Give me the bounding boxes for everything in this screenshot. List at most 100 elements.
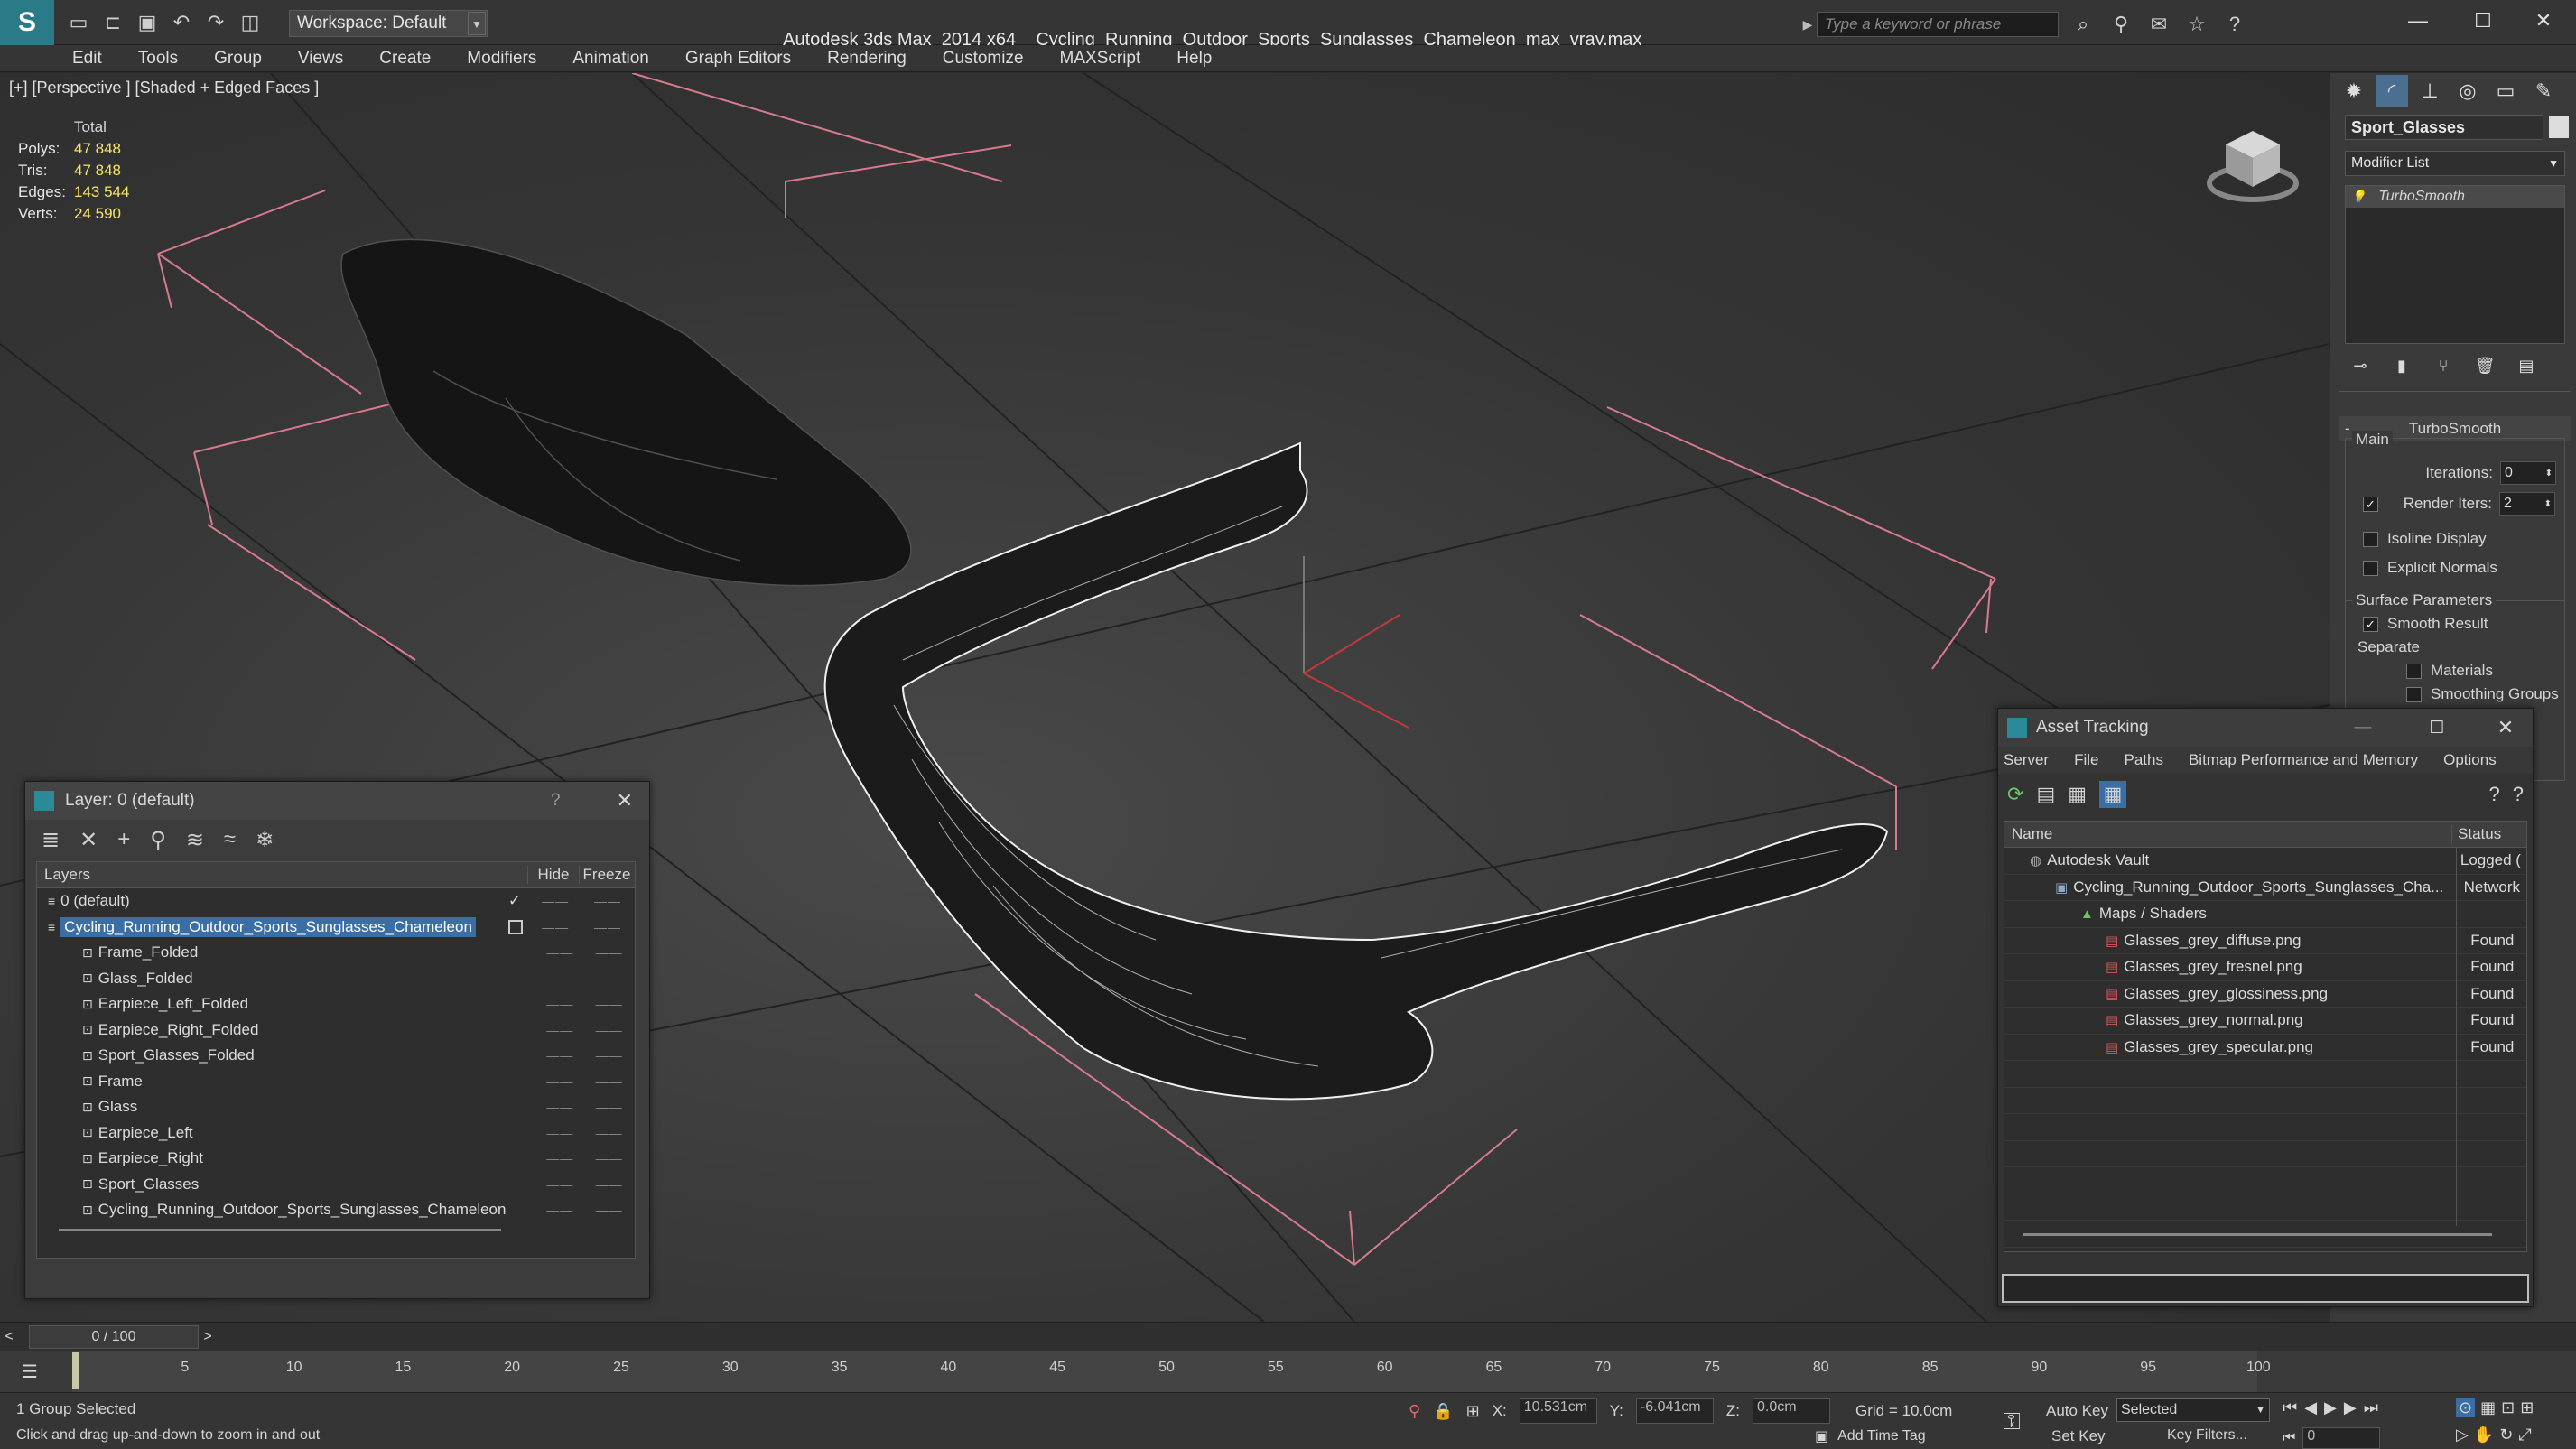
auto-key-button[interactable]: Auto Key — [2046, 1402, 2108, 1420]
lightbulb-icon[interactable]: 💡 — [2351, 190, 2366, 204]
layer-row[interactable]: ⊡ Earpiece_Right_Folded —— —— — [37, 1017, 635, 1044]
render-iters-spinner[interactable]: 2 ⬍ — [2499, 492, 2555, 516]
maximize-icon[interactable]: ☐ — [2404, 718, 2469, 738]
hide-toggle[interactable]: —— — [536, 1126, 584, 1140]
thumbnail-view-icon[interactable]: ▦ — [2068, 783, 2087, 806]
field-of-view-icon[interactable]: ▷ — [2456, 1426, 2469, 1444]
menu-modifiers[interactable]: Modifiers — [449, 45, 554, 72]
workspace-dropdown[interactable]: Workspace: Default ▼ — [289, 10, 488, 37]
favorites-icon[interactable]: ☆ — [2181, 9, 2212, 40]
iterations-spinner[interactable]: 0 ⬍ — [2500, 461, 2556, 485]
z-coordinate-field[interactable]: 0.0cm — [1753, 1398, 1830, 1424]
close-icon[interactable]: ✕ — [617, 789, 633, 813]
column-name[interactable]: Name — [2004, 825, 2453, 843]
hide-toggle[interactable]: —— — [530, 894, 581, 908]
current-frame-field[interactable]: 0 — [2302, 1427, 2381, 1449]
app-logo-icon[interactable]: S — [0, 0, 54, 45]
hide-toggle[interactable]: —— — [536, 1177, 584, 1192]
menu-maxscript[interactable]: MAXScript — [1042, 45, 1159, 72]
prev-frame-icon[interactable]: < — [0, 1329, 18, 1345]
asset-menu-paths[interactable]: Paths — [2124, 751, 2162, 769]
maximize-viewport-icon[interactable]: ⤢ — [2518, 1426, 2531, 1444]
time-tag-icon[interactable]: ▣ — [1815, 1427, 1828, 1445]
menu-views[interactable]: Views — [280, 45, 361, 72]
column-status[interactable]: Status — [2452, 825, 2526, 843]
layer-row[interactable]: ⊡ Frame —— —— — [37, 1069, 635, 1095]
delete-layer-icon[interactable]: ✕ — [79, 827, 98, 853]
highlight-layer-icon[interactable]: ≋ — [186, 827, 204, 853]
freeze-toggle[interactable]: —— — [584, 1074, 635, 1089]
vault-help-icon[interactable]: ? — [2489, 783, 2500, 806]
column-layers[interactable]: Layers — [37, 866, 528, 884]
smoothing-groups-checkbox[interactable] — [2406, 686, 2422, 702]
help-button[interactable]: ? — [551, 791, 561, 811]
track-bar[interactable]: ☰ 5 10 15 20 25 30 35 40 45 50 55 60 65 70 75 80 85 90 95 1… — [0, 1351, 2576, 1392]
asset-menu-server[interactable]: Server — [2004, 751, 2049, 769]
asset-menu-file[interactable]: File — [2074, 751, 2098, 769]
pin-stack-icon[interactable]: ⊸ — [2347, 353, 2374, 378]
freeze-toggle[interactable]: —— — [584, 997, 635, 1011]
key-selection-dropdown[interactable]: Selected ▼ — [2116, 1398, 2270, 1422]
freeze-toggle[interactable]: —— — [584, 1177, 635, 1192]
freeze-toggle[interactable]: —— — [584, 1126, 635, 1140]
open-icon[interactable]: ⊏ — [98, 7, 128, 38]
previous-frame-icon[interactable]: ◀ — [2304, 1398, 2317, 1417]
goto-end-icon[interactable]: ⏭ — [2364, 1398, 2378, 1417]
asset-row[interactable]: ◍ Autodesk Vault Logged ( — [2004, 848, 2526, 875]
hide-toggle[interactable]: —— — [536, 1100, 584, 1114]
isolate-selection-icon[interactable]: ⚲ — [1409, 1402, 1420, 1421]
workspace-expand-icon[interactable]: ▼ — [468, 12, 486, 35]
menu-group[interactable]: Group — [196, 45, 280, 72]
close-icon[interactable]: ✕ — [2511, 0, 2576, 42]
set-key-button[interactable]: Set Key — [2051, 1427, 2106, 1445]
create-tab-icon[interactable]: ✹ — [2338, 75, 2370, 107]
hide-toggle[interactable]: —— — [536, 1023, 584, 1037]
asset-menu-options[interactable]: Options — [2443, 751, 2497, 769]
layer-row[interactable]: ⊡ Glass —— —— — [37, 1094, 635, 1120]
freeze-toggle[interactable]: —— — [581, 920, 635, 934]
refresh-icon[interactable]: ⟳ — [2007, 783, 2023, 806]
search-expand-icon[interactable]: ▶ — [1800, 12, 1815, 37]
asset-dialog-titlebar[interactable]: Asset Tracking — ☐ ✕ — [1998, 709, 2533, 747]
freeze-toggle[interactable]: —— — [584, 1048, 635, 1063]
viewport-label[interactable]: [+] [Perspective ] [Shaded + Edged Faces… — [9, 79, 319, 98]
time-marker[interactable] — [72, 1352, 79, 1389]
layer-row[interactable]: ⊡ Earpiece_Left —— —— — [37, 1120, 635, 1147]
freeze-toggle[interactable]: —— — [584, 1100, 635, 1114]
hide-toggle[interactable]: —— — [536, 971, 584, 986]
motion-tab-icon[interactable]: ◎ — [2451, 75, 2484, 107]
undo-icon[interactable]: ↶ — [166, 7, 197, 38]
show-end-result-icon[interactable]: ▮ — [2388, 353, 2415, 378]
hide-all-layers-icon[interactable]: ≈ — [224, 827, 236, 852]
add-time-tag[interactable]: Add Time Tag — [1837, 1428, 1926, 1444]
help-icon[interactable]: ? — [2219, 9, 2250, 40]
menu-graph-editors[interactable]: Graph Editors — [667, 45, 809, 72]
hide-toggle[interactable]: —— — [536, 945, 584, 960]
save-icon[interactable]: ▣ — [132, 7, 163, 38]
asset-path-field[interactable] — [2002, 1274, 2529, 1303]
explicit-normals-checkbox[interactable] — [2363, 560, 2378, 576]
key-filters-button[interactable]: Key Filters... — [2167, 1427, 2247, 1444]
minimize-icon[interactable]: — — [2385, 0, 2450, 42]
table-view-icon[interactable]: ▦ — [2099, 781, 2127, 808]
layer-row[interactable]: ≡ Cycling_Running_Outdoor_Sports_Sunglass… — [37, 915, 635, 941]
hide-toggle[interactable]: —— — [536, 1048, 584, 1063]
layer-row[interactable]: ⊡ Earpiece_Right —— —— — [37, 1146, 635, 1172]
binoculars-icon[interactable]: ⌕ — [2068, 9, 2098, 40]
layer-dialog-titlebar[interactable]: Layer: 0 (default) ? ✕ — [25, 782, 649, 820]
zoom-extents-all-icon[interactable]: ⊞ — [2520, 1398, 2534, 1417]
asset-row[interactable]: ▤ Glasses_grey_specular.png Found — [2004, 1035, 2526, 1061]
smooth-result-checkbox[interactable]: ✓ — [2363, 616, 2378, 632]
orbit-icon[interactable]: ↻ — [2499, 1426, 2513, 1444]
absolute-mode-icon[interactable]: ⊞ — [1466, 1402, 1480, 1421]
subscription-icon[interactable]: ⚲ — [2106, 9, 2136, 40]
minimize-icon[interactable]: — — [2330, 718, 2395, 738]
asset-row[interactable]: ▤ Glasses_grey_normal.png Found — [2004, 1008, 2526, 1035]
column-hide[interactable]: Hide — [528, 866, 580, 884]
asset-menu-bitmap-performance[interactable]: Bitmap Performance and Memory — [2189, 751, 2418, 769]
asset-row[interactable]: ▣ Cycling_Running_Outdoor_Sports_Sunglass… — [2004, 875, 2526, 901]
object-name-field[interactable]: Sport_Glasses — [2345, 115, 2543, 140]
layer-row[interactable]: ⊡ Earpiece_Left_Folded —— —— — [37, 991, 635, 1017]
key-mode-icon[interactable]: ⏮ — [2283, 1430, 2295, 1446]
freeze-toggle[interactable]: —— — [584, 1151, 635, 1166]
